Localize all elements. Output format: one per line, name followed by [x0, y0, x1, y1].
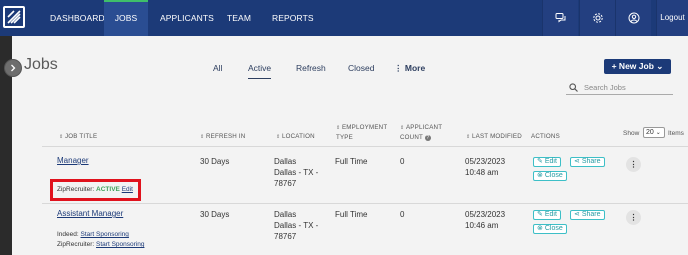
nav-reports[interactable]: REPORTS	[272, 0, 314, 36]
edit-button[interactable]: ✎ Edit	[533, 157, 561, 167]
tab-refresh[interactable]: Refresh	[296, 63, 326, 73]
logo-icon[interactable]	[3, 6, 25, 28]
logout-button[interactable]: Logout	[656, 0, 688, 36]
nav-team[interactable]: TEAM	[227, 0, 251, 36]
chat-icon[interactable]	[542, 0, 578, 36]
nav-applicants[interactable]: APPLICANTS	[160, 0, 214, 36]
user-icon[interactable]	[615, 0, 651, 36]
column-header-job-title[interactable]: ⇕ JOB TITLE	[59, 133, 97, 140]
page-title: Jobs	[24, 56, 58, 73]
close-button[interactable]: ⊗ Close	[533, 171, 567, 181]
edit-button[interactable]: ✎ Edit	[533, 210, 561, 220]
last-modified: 05/23/2023 10:46 am	[465, 210, 506, 230]
search-input[interactable]: Search Jobs	[566, 80, 673, 95]
header-divider	[42, 146, 688, 147]
column-header-actions: ACTIONS	[531, 133, 560, 140]
search-placeholder: Search Jobs	[584, 83, 626, 92]
employment-type: Full Time	[335, 210, 368, 219]
job-title-link[interactable]: Assistant Manager	[57, 209, 123, 218]
last-modified: 05/23/2023 10:48 am	[465, 157, 506, 177]
show-label: Show	[623, 130, 640, 137]
ziprecruiter-status: ZipRecruiter: Start Sponsoring	[57, 241, 145, 248]
refresh-in: 30 Days	[200, 157, 230, 166]
column-header-location[interactable]: ⇕ LOCATION	[276, 133, 315, 140]
column-header-refresh-in[interactable]: ⇕ REFRESH IN	[200, 133, 245, 140]
applicant-count: 0	[400, 210, 405, 219]
help-icon[interactable]: ?	[424, 135, 431, 141]
chevron-right-icon	[11, 64, 16, 72]
applicant-count: 0	[400, 157, 405, 166]
chevron-down-icon: ⌄	[656, 61, 664, 71]
row-menu-button[interactable]: ⋮	[626, 157, 641, 172]
indeed-status: Indeed: Start Sponsoring	[57, 231, 129, 238]
location: Dallas Dallas - TX - 78767	[274, 157, 319, 188]
new-job-button[interactable]: + New Job ⌄	[604, 59, 671, 74]
sidebar-expand-button[interactable]	[4, 59, 22, 77]
new-job-label: + New Job	[611, 61, 654, 71]
column-header-applicant-count[interactable]: ⇕ APPLICANT COUNT ?	[400, 124, 442, 141]
refresh-in: 30 Days	[200, 210, 230, 219]
tab-all[interactable]: All	[213, 63, 222, 73]
share-icon: ⋖	[574, 158, 580, 165]
row-divider	[42, 203, 688, 204]
more-menu[interactable]: ⋮ More	[394, 63, 425, 74]
chevron-down-icon: ⌄	[655, 130, 661, 136]
employment-type: Full Time	[335, 157, 368, 166]
share-button[interactable]: ⋖ Share	[570, 210, 605, 220]
column-header-employment-type[interactable]: ⇕ EMPLOYMENT TYPE	[336, 124, 387, 141]
items-label: Items	[668, 130, 684, 137]
vertical-dots-icon: ⋮	[394, 63, 403, 73]
column-header-last-modified[interactable]: ⇕ LAST MODIFIED	[466, 133, 522, 140]
close-icon: ⊗	[537, 225, 543, 232]
gear-icon[interactable]	[579, 0, 615, 36]
close-button[interactable]: ⊗ Close	[533, 224, 567, 234]
share-button[interactable]: ⋖ Share	[570, 157, 605, 167]
top-navbar: DASHBOARD JOBS APPLICANTS TEAM REPORTS L…	[0, 0, 688, 36]
highlight-box	[50, 179, 141, 201]
location: Dallas Dallas - TX - 78767	[274, 210, 319, 241]
row-menu-button[interactable]: ⋮	[626, 210, 641, 225]
tab-active[interactable]: Active	[248, 63, 272, 79]
nav-dashboard[interactable]: DASHBOARD	[50, 0, 105, 36]
tab-closed[interactable]: Closed	[348, 63, 374, 73]
indeed-start-sponsoring-link[interactable]: Start Sponsoring	[81, 231, 129, 238]
pencil-icon: ✎	[537, 158, 543, 165]
search-icon	[569, 83, 578, 92]
close-icon: ⊗	[537, 172, 543, 179]
ziprecruiter-start-sponsoring-link[interactable]: Start Sponsoring	[96, 241, 144, 248]
nav-jobs[interactable]: JOBS	[104, 0, 148, 36]
share-icon: ⋖	[574, 211, 580, 218]
more-label: More	[404, 63, 426, 73]
pencil-icon: ✎	[537, 211, 543, 218]
page-size-select[interactable]: 20 ⌄	[643, 127, 665, 138]
job-title-link[interactable]: Manager	[57, 156, 89, 165]
